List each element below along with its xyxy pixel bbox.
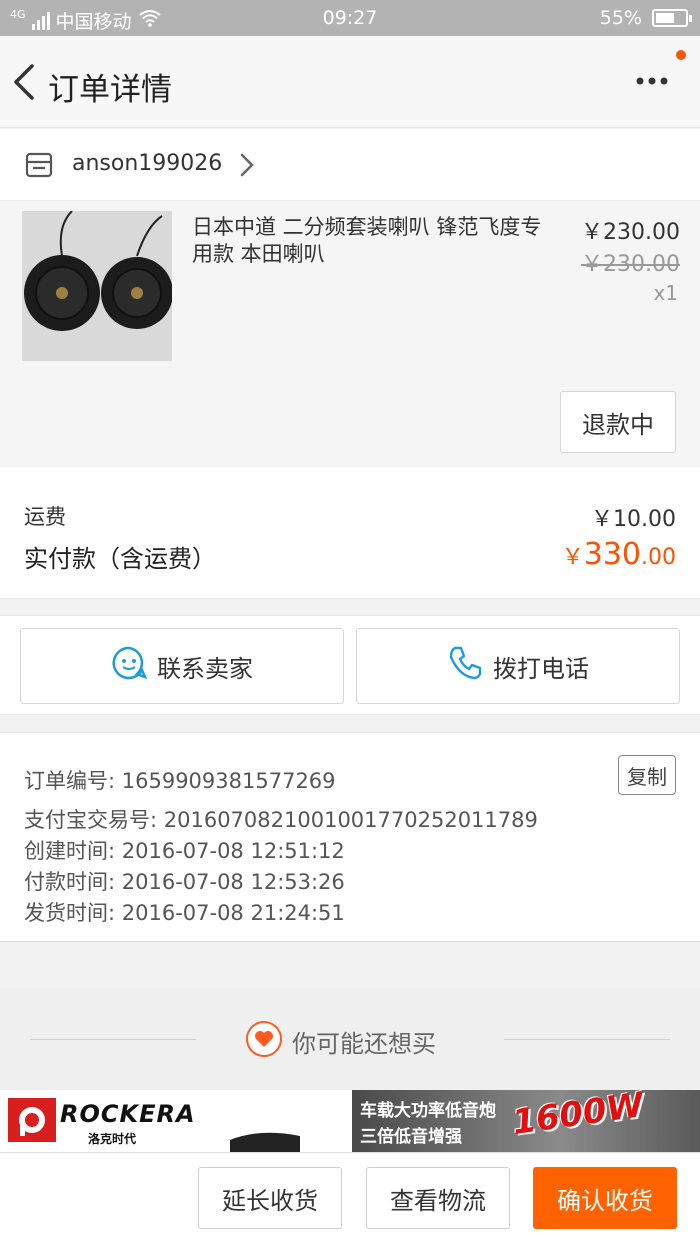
ad-rockera-sub: 洛克时代 xyxy=(88,1132,137,1146)
status-time: 09:27 xyxy=(322,7,378,29)
bottom-action-bar: 延长收货 查看物流 确认收货 xyxy=(0,1152,700,1244)
nav-bar: 订单详情 xyxy=(0,36,700,128)
ad-subwoofer[interactable]: 车载大功率低音炮 三倍低音增强 1600W xyxy=(352,1090,700,1152)
shipped-time: 发货时间: 2016-07-08 21:24:51 xyxy=(24,901,345,925)
ad-rockera[interactable]: ROCKERA 洛克时代 xyxy=(0,1090,348,1152)
ad-rockera-brand: ROCKERA xyxy=(60,1100,196,1128)
fee-summary: 运费 ￥10.00 实付款（含运费） ￥330.00 xyxy=(0,467,700,599)
shipping-value: ￥10.00 xyxy=(591,507,676,532)
view-logistics-button[interactable]: 查看物流 xyxy=(366,1167,510,1229)
call-phone-label: 拨打电话 xyxy=(493,654,589,683)
created-time: 创建时间: 2016-07-08 12:51:12 xyxy=(24,839,345,863)
page-title: 订单详情 xyxy=(48,72,172,108)
status-bar: 4G 中国移动 09:27 55% xyxy=(0,0,700,36)
product-item[interactable]: 日本中道 二分频套装喇叭 锋范飞度专用款 本田喇叭 ￥230.00 ￥230.0… xyxy=(0,201,700,467)
total-decimal: .00 xyxy=(641,545,676,570)
chevron-right-icon xyxy=(238,151,256,183)
recommend-title: 你可能还想买 xyxy=(292,1030,436,1058)
refund-status-button[interactable]: 退款中 xyxy=(560,391,676,453)
alipay-trade-number: 支付宝交易号: 2016070821001001770252011789 xyxy=(24,808,538,832)
product-original-price: ￥230.00 xyxy=(581,252,680,277)
recommend-header: 你可能还想买 xyxy=(0,988,700,1090)
product-title: 日本中道 二分频套装喇叭 锋范飞度专用款 本田喇叭 xyxy=(192,215,542,266)
ad-subwoofer-line2: 三倍低音增强 xyxy=(360,1127,462,1147)
chat-icon xyxy=(111,645,148,687)
product-price: ￥230.00 xyxy=(581,220,680,245)
order-info: 订单编号: 1659909381577269 支付宝交易号: 201607082… xyxy=(0,732,700,942)
total-value: ￥330.00 xyxy=(562,537,676,572)
copy-button[interactable]: 复制 xyxy=(618,755,676,795)
shop-name: anson199026 xyxy=(72,151,223,176)
heart-icon xyxy=(246,1021,282,1057)
contact-seller-button[interactable]: 联系卖家 xyxy=(20,628,344,704)
shop-row[interactable]: anson199026 xyxy=(0,129,700,201)
total-currency: ￥ xyxy=(561,545,584,570)
divider-left xyxy=(30,1039,196,1040)
ad-subwoofer-power: 1600W xyxy=(509,1090,647,1144)
product-thumbnail[interactable] xyxy=(22,211,172,361)
back-icon[interactable] xyxy=(10,62,40,102)
battery-icon xyxy=(652,9,692,27)
total-integer: 330 xyxy=(583,537,641,572)
product-quantity: x1 xyxy=(653,281,678,305)
divider-right xyxy=(504,1039,670,1040)
call-phone-button[interactable]: 拨打电话 xyxy=(356,628,680,704)
shipping-label: 运费 xyxy=(24,505,66,529)
store-icon xyxy=(24,151,54,183)
total-label: 实付款（含运费） xyxy=(24,545,216,573)
recommend-ads: ROCKERA 洛克时代 车载大功率低音炮 三倍低音增强 1600W xyxy=(0,1090,700,1152)
battery-percent: 55% xyxy=(599,7,642,29)
ad-subwoofer-line1: 车载大功率低音炮 xyxy=(360,1101,496,1121)
more-icon[interactable] xyxy=(632,66,672,96)
phone-icon xyxy=(447,645,483,687)
order-number: 订单编号: 1659909381577269 xyxy=(24,769,336,793)
notification-dot xyxy=(676,50,686,60)
extend-receipt-button[interactable]: 延长收货 xyxy=(198,1167,342,1229)
contact-section: 联系卖家 拨打电话 xyxy=(0,615,700,715)
paid-time: 付款时间: 2016-07-08 12:53:26 xyxy=(24,870,345,894)
confirm-receipt-button[interactable]: 确认收货 xyxy=(533,1167,677,1229)
status-right: 55% xyxy=(599,7,692,29)
contact-seller-label: 联系卖家 xyxy=(157,654,253,683)
